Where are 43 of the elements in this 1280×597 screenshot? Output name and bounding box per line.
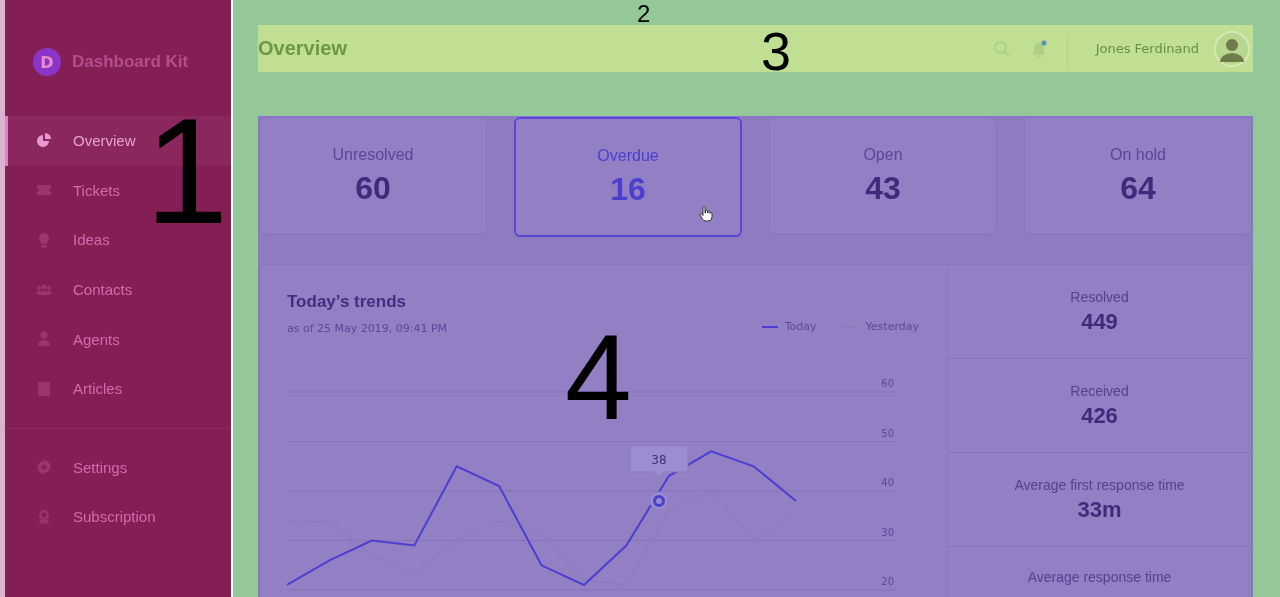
region-number: 3 — [761, 24, 792, 78]
hand-cursor-icon — [699, 206, 713, 222]
nav-item[interactable]: Contacts — [5, 264, 231, 315]
stat-value: 64 — [1120, 169, 1156, 207]
stat-card[interactable]: Overdue 16 — [514, 117, 742, 237]
stat-value: 60 — [355, 169, 391, 207]
bell-icon[interactable] — [1029, 39, 1048, 58]
region-number: 2 — [637, 2, 651, 26]
value-tooltip: 38 — [629, 445, 689, 478]
stat-value: 426 — [1081, 402, 1118, 429]
stat-label: Open — [863, 145, 903, 164]
stat-label: On hold — [1109, 145, 1166, 164]
person-icon — [36, 331, 52, 348]
stat-label: Average response time — [1027, 569, 1172, 585]
nav-item[interactable]: Agents — [5, 314, 231, 364]
stat-value: 43 — [865, 169, 901, 207]
stat-label: Resolved — [1070, 288, 1129, 305]
axis-tick-label: 30 — [881, 526, 894, 538]
axis-tick-label: 60 — [881, 378, 894, 389]
nav-item[interactable]: Settings — [5, 442, 231, 493]
logo-icon: D — [33, 48, 61, 76]
region-number: 4 — [565, 317, 632, 437]
pie-chart-icon — [36, 132, 52, 149]
nav-item[interactable]: Articles — [5, 363, 231, 414]
stat-card[interactable]: On hold 64 — [1024, 117, 1252, 235]
stat-card[interactable]: Unresolved 60 — [259, 117, 487, 235]
chart-title: Today’s trends — [287, 292, 408, 312]
stat-label: Unresolved — [332, 145, 414, 164]
book-icon — [36, 380, 52, 397]
stat-card[interactable]: Open 43 — [769, 117, 997, 235]
stat-label: Received — [1070, 382, 1129, 399]
nav-item[interactable]: Subscription — [5, 492, 231, 542]
award-icon — [36, 508, 52, 525]
stat-value: 16 — [610, 170, 646, 208]
stat-value: 33m — [1077, 496, 1122, 523]
stat-label: Average first response time — [1014, 476, 1185, 493]
avatar[interactable] — [1214, 30, 1250, 67]
stat-label: Overdue — [597, 146, 659, 165]
user-name[interactable]: Jones Ferdinand — [1095, 41, 1199, 56]
settings-icon — [36, 459, 52, 476]
lightbulb-icon — [36, 232, 52, 248]
page-title: Overview — [258, 37, 347, 60]
stat-value: 449 — [1081, 308, 1118, 335]
